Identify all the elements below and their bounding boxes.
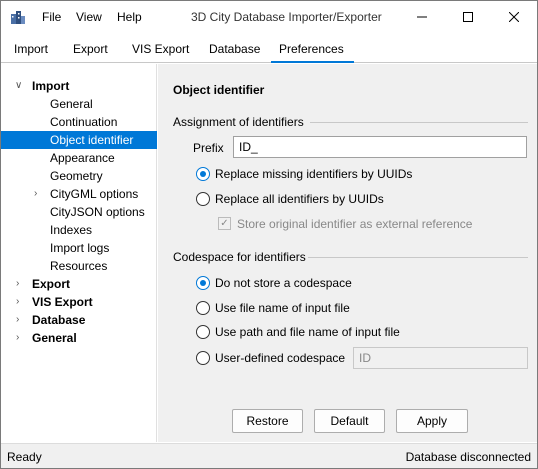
tree-item-general[interactable]: General: [50, 95, 93, 113]
tree-node-import[interactable]: ∨ Import: [1, 77, 157, 95]
database-status: Database disconnected: [405, 450, 531, 464]
radio-replace-missing[interactable]: [196, 167, 210, 181]
tree-item-cityjson-options[interactable]: CityJSON options: [50, 203, 145, 221]
restore-button[interactable]: Restore: [232, 409, 303, 433]
store-original-checkbox[interactable]: ✓: [218, 217, 231, 230]
menu-view[interactable]: View: [76, 10, 102, 24]
chevron-right-icon[interactable]: ›: [16, 297, 26, 307]
tree-node-vis-export[interactable]: › VIS Export: [1, 293, 157, 311]
radio-user-defined[interactable]: [196, 351, 210, 365]
maximize-button[interactable]: [445, 1, 491, 33]
tree-node-export[interactable]: › Export: [1, 275, 157, 293]
app-icon: [11, 11, 25, 24]
tab-export[interactable]: Export: [65, 37, 116, 63]
user-defined-codespace-input[interactable]: ID: [353, 347, 528, 369]
radio-user-defined-label: User-defined codespace: [215, 351, 346, 365]
maximize-icon: [463, 12, 473, 22]
tab-preferences[interactable]: Preferences: [271, 37, 354, 63]
preferences-tree: ∨ Import General Continuation Object ide…: [1, 64, 157, 442]
prefix-input[interactable]: ID_: [233, 136, 527, 158]
status-bar: Ready Database disconnected: [1, 443, 537, 468]
codespace-group-title: Codespace for identifiers: [173, 250, 306, 264]
radio-no-codespace-label: Do not store a codespace: [215, 276, 352, 290]
tree-item-indexes[interactable]: Indexes: [50, 221, 92, 239]
close-icon: [509, 12, 519, 22]
default-button[interactable]: Default: [314, 409, 385, 433]
tree-item-import-logs[interactable]: Import logs: [50, 239, 109, 257]
minimize-button[interactable]: [399, 1, 445, 33]
window-title: 3D City Database Importer/Exporter: [191, 10, 382, 24]
title-bar: File View Help 3D City Database Importer…: [1, 1, 537, 35]
group-divider: [310, 122, 528, 123]
radio-replace-all-label: Replace all identifiers by UUIDs: [215, 192, 384, 206]
tree-node-database[interactable]: › Database: [1, 311, 157, 329]
apply-button[interactable]: Apply: [396, 409, 468, 433]
chevron-right-icon[interactable]: ›: [34, 189, 44, 199]
close-button[interactable]: [491, 1, 537, 33]
chevron-right-icon[interactable]: ›: [16, 279, 26, 289]
tree-item-object-identifier[interactable]: Object identifier: [1, 131, 157, 149]
chevron-down-icon[interactable]: ∨: [15, 81, 25, 91]
tab-database[interactable]: Database: [201, 37, 268, 63]
prefix-label: Prefix: [193, 141, 224, 155]
settings-panel: Object identifier Assignment of identifi…: [158, 64, 537, 442]
radio-no-codespace[interactable]: [196, 276, 210, 290]
tree-item-resources[interactable]: Resources: [50, 257, 107, 275]
tree-node-citygml-options[interactable]: › CityGML options: [1, 185, 157, 203]
status-text: Ready: [7, 450, 42, 464]
radio-replace-missing-label: Replace missing identifiers by UUIDs: [215, 167, 413, 181]
main-window: File View Help 3D City Database Importer…: [0, 0, 538, 469]
minimize-icon: [417, 16, 427, 18]
radio-replace-all[interactable]: [196, 192, 210, 206]
group-divider: [308, 257, 528, 258]
assignment-group-title: Assignment of identifiers: [173, 115, 304, 129]
tab-vis-export[interactable]: VIS Export: [124, 37, 197, 63]
menu-file[interactable]: File: [42, 10, 61, 24]
chevron-right-icon[interactable]: ›: [16, 315, 26, 325]
radio-path-file-name[interactable]: [196, 325, 210, 339]
tree-item-continuation[interactable]: Continuation: [50, 113, 117, 131]
store-original-label: Store original identifier as external re…: [237, 217, 473, 231]
tab-import[interactable]: Import: [6, 37, 56, 63]
tab-bar: Import Export VIS Export Database Prefer…: [1, 37, 537, 63]
tree-item-geometry[interactable]: Geometry: [50, 167, 103, 185]
radio-path-file-name-label: Use path and file name of input file: [215, 325, 400, 339]
panel-title: Object identifier: [173, 83, 265, 97]
tree-item-appearance[interactable]: Appearance: [50, 149, 115, 167]
radio-file-name-label: Use file name of input file: [215, 301, 350, 315]
menu-help[interactable]: Help: [117, 10, 142, 24]
chevron-right-icon[interactable]: ›: [16, 333, 26, 343]
radio-file-name[interactable]: [196, 301, 210, 315]
tree-node-general[interactable]: › General: [1, 329, 157, 347]
